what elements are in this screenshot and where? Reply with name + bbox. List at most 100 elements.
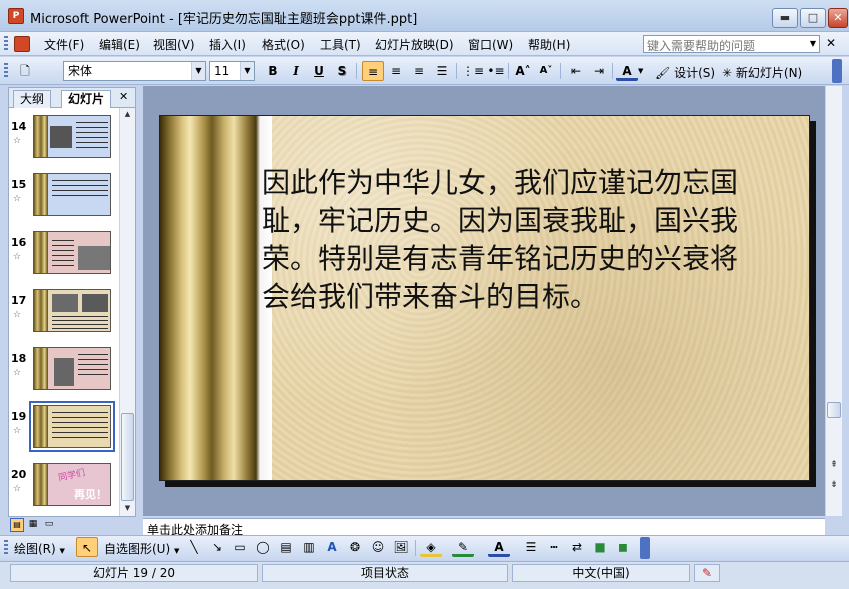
bold-button[interactable]: B (262, 61, 284, 81)
close-panel-icon[interactable]: ✕ (119, 90, 128, 103)
new-slide-button[interactable]: ✳ 新幻灯片(N) (722, 64, 802, 81)
notes-pane[interactable]: 单击此处添加备注 (143, 518, 825, 536)
status-slide-info: 幻灯片 19 / 20 (10, 564, 258, 582)
underline-button[interactable]: U (308, 61, 330, 81)
fill-color-icon[interactable]: ◈ (420, 537, 442, 557)
close-document-button[interactable]: ✕ (826, 36, 836, 50)
font-color-icon[interactable]: A (488, 537, 510, 557)
drawing-toolbar: 绘图(R) ▼ ↖ 自选图形(U) ▼ ╲ ↘ ▭ ◯ ▤ ▥ A ❂ ☺ 🖼 … (0, 535, 849, 560)
scroll-down-icon[interactable]: ▼ (120, 504, 135, 512)
tab-slides[interactable]: 幻灯片 (61, 90, 112, 108)
design-button[interactable]: 🖌 设计(S) (655, 64, 715, 81)
shadow-button[interactable]: S (331, 61, 353, 81)
font-name-value: 宋体 (68, 64, 93, 78)
scroll-thumb[interactable] (121, 413, 134, 501)
toolbar-options-icon[interactable] (640, 537, 650, 559)
vertical-textbox-icon[interactable]: ▥ (298, 537, 320, 557)
slide-thumbnail-15[interactable] (33, 173, 111, 216)
help-search-input[interactable]: 键入需要帮助的问题 (643, 35, 820, 53)
slide-body-text[interactable]: 因此作为中华儿女，我们应谨记勿忘国耻，牢记历史。因为国衰我耻，国兴我荣。特别是有… (262, 164, 762, 316)
menu-view[interactable]: 视图(V) (149, 36, 199, 53)
slide-scrollbar[interactable]: ⇞ ⇟ (825, 86, 842, 516)
draw-menu[interactable]: 绘图(R) ▼ (14, 540, 65, 557)
diagram-icon[interactable]: ❂ (344, 537, 366, 557)
thumbnail-text: 再见！ (74, 488, 107, 501)
close-button[interactable]: ✕ (828, 8, 848, 28)
new-document-icon[interactable]: 🗋 (14, 61, 36, 81)
current-slide[interactable]: 因此作为中华儿女，我们应谨记勿忘国耻，牢记历史。因为国衰我耻，国兴我荣。特别是有… (159, 115, 810, 481)
menu-tools[interactable]: 工具(T) (316, 36, 365, 53)
align-left-icon[interactable]: ≡ (362, 61, 384, 81)
rectangle-icon[interactable]: ▭ (229, 537, 251, 557)
spelling-icon[interactable]: ✎ (694, 564, 720, 582)
oval-icon[interactable]: ◯ (252, 537, 274, 557)
slide-thumbnail-20[interactable]: 同学们 再见！ (33, 463, 111, 506)
menu-format[interactable]: 格式(O) (258, 36, 309, 53)
tab-outline[interactable]: 大纲 (13, 90, 52, 108)
slide-sorter-icon[interactable]: ▦ (26, 518, 40, 532)
normal-view-icon[interactable]: ▤ (10, 518, 24, 532)
italic-button[interactable]: I (285, 61, 307, 81)
arrow-icon[interactable]: ↘ (206, 537, 228, 557)
slide-thumbnail-18[interactable] (33, 347, 111, 390)
chevron-down-icon[interactable]: ▼ (806, 35, 820, 53)
grip-icon (4, 63, 8, 79)
select-pointer-icon[interactable]: ↖ (76, 537, 98, 557)
text-lines (76, 122, 108, 152)
picture-icon[interactable]: 🖼 (390, 537, 412, 557)
increase-indent-icon[interactable]: ⇥ (588, 61, 610, 81)
slide-thumbnail-14[interactable] (33, 115, 111, 158)
align-right-icon[interactable]: ≡ (408, 61, 430, 81)
chevron-down-icon[interactable]: ▼ (191, 62, 205, 80)
align-center-icon[interactable]: ≡ (385, 61, 407, 81)
chevron-down-icon[interactable]: ▼ (240, 62, 254, 80)
menu-help[interactable]: 帮助(H) (524, 36, 574, 53)
wordart-icon[interactable]: A (321, 537, 343, 557)
align-justify-icon[interactable]: ☰ (431, 61, 453, 81)
maximize-button[interactable]: □ (800, 8, 826, 28)
slideshow-icon[interactable]: ▭ (42, 518, 56, 532)
minimize-button[interactable]: ▬ (772, 8, 798, 28)
font-name-select[interactable]: 宋体 ▼ (63, 61, 206, 81)
font-color-icon[interactable]: A (616, 61, 638, 81)
panel-scrollbar[interactable]: ▲ ▼ (119, 108, 135, 516)
bullets-icon[interactable]: •≡ (485, 61, 507, 81)
slide-thumbnail-19[interactable] (29, 401, 115, 452)
menu-file[interactable]: 文件(F) (40, 36, 88, 53)
textbox-icon[interactable]: ▤ (275, 537, 297, 557)
photo-image (52, 294, 78, 312)
autoshapes-menu[interactable]: 自选图形(U) ▼ (104, 540, 179, 557)
dash-style-icon[interactable]: ┅ (543, 537, 565, 557)
slide-number: 18 (11, 352, 27, 365)
panel-tabs: 大纲 幻灯片 ✕ (9, 88, 135, 108)
increase-font-icon[interactable]: A˄ (512, 61, 534, 81)
menu-slideshow[interactable]: 幻灯片放映(D) (371, 36, 458, 53)
chevron-down-icon[interactable]: ▼ (638, 67, 643, 75)
font-size-select[interactable]: 11 ▼ (209, 61, 255, 81)
numbering-icon[interactable]: ⋮≡ (462, 61, 484, 81)
shadow-style-icon[interactable]: ■ (589, 537, 611, 557)
previous-slide-icon[interactable]: ⇞ (826, 460, 842, 470)
3d-style-icon[interactable]: ◼ (612, 537, 634, 557)
scroll-thumb[interactable] (827, 402, 841, 418)
separator (508, 63, 509, 79)
line-style-icon[interactable]: ☰ (520, 537, 542, 557)
menu-insert[interactable]: 插入(I) (205, 36, 250, 53)
separator (415, 540, 416, 556)
decrease-indent-icon[interactable]: ⇤ (565, 61, 587, 81)
line-icon[interactable]: ╲ (183, 537, 205, 557)
menu-window[interactable]: 窗口(W) (464, 36, 517, 53)
slide-thumbnail-16[interactable] (33, 231, 111, 274)
next-slide-icon[interactable]: ⇟ (826, 480, 842, 490)
clipart-icon[interactable]: ☺ (367, 537, 389, 557)
slide-thumbnail-17[interactable] (33, 289, 111, 332)
decrease-font-icon[interactable]: A˅ (535, 61, 557, 81)
scroll-up-icon[interactable]: ▲ (120, 110, 135, 118)
menu-edit[interactable]: 编辑(E) (95, 36, 144, 53)
slide-number: 14 (11, 120, 27, 133)
pillar-decoration (34, 290, 48, 331)
document-icon[interactable] (14, 36, 30, 52)
toolbar-options-icon[interactable] (832, 59, 842, 83)
arrow-style-icon[interactable]: ⇄ (566, 537, 588, 557)
line-color-icon[interactable]: ✎ (452, 537, 474, 557)
